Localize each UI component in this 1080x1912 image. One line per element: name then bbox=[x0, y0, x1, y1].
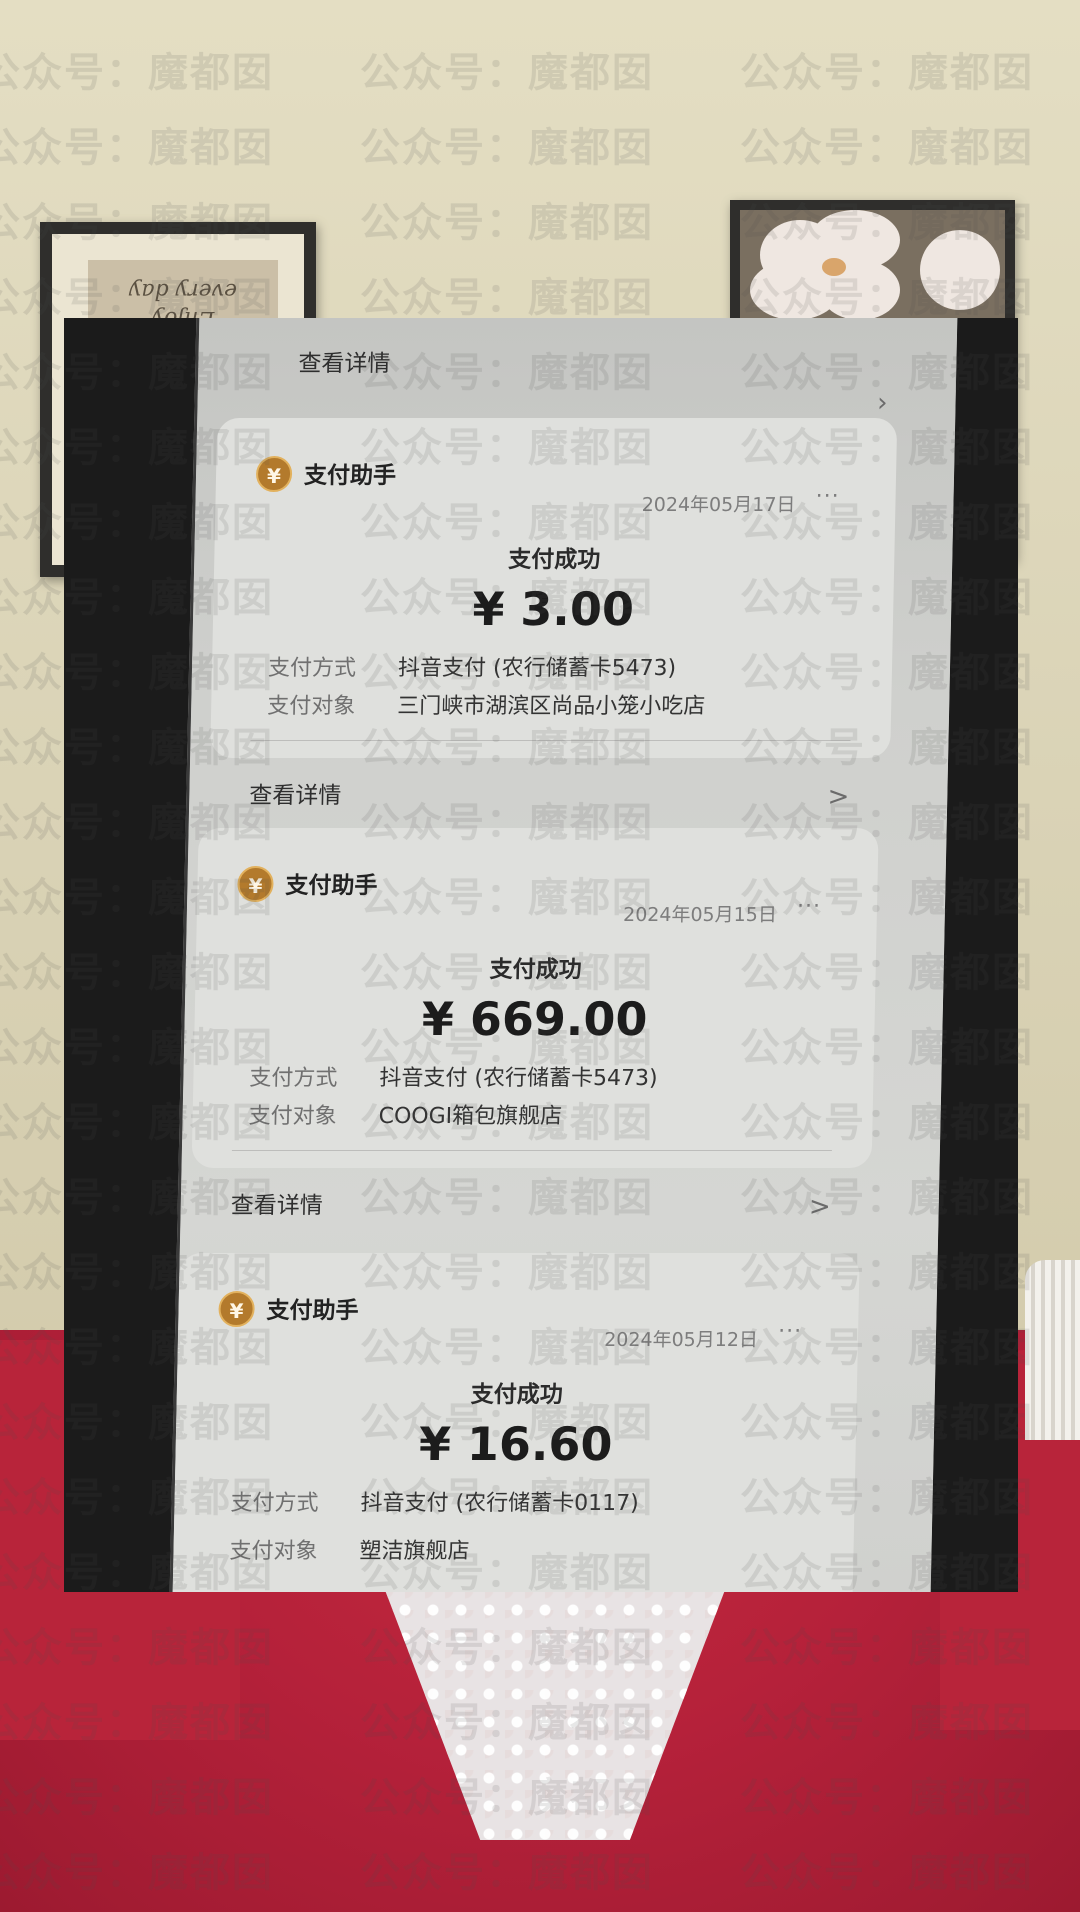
chevron-right-icon: > bbox=[808, 1192, 832, 1222]
view-details-link[interactable]: 查看详情 bbox=[249, 776, 342, 810]
payment-status: 支付成功 bbox=[508, 547, 601, 573]
payment-target-row: 支付对象 三门峡市湖滨区尚品小笼小吃店 bbox=[267, 688, 706, 720]
payment-method-label: 支付方式 bbox=[267, 656, 357, 681]
payment-amount: ¥ 669.00 bbox=[421, 992, 648, 1046]
message-date: 2024年05月12日 bbox=[603, 1329, 759, 1351]
sender-name: 支付助手 bbox=[303, 463, 397, 489]
payment-assistant-icon: ¥ bbox=[255, 456, 293, 492]
payment-card: ¥ 支付助手 2024年05月15日 ··· 支付成功 ¥ 669.00 支付方… bbox=[191, 828, 879, 1222]
payment-method-value: 抖音支付 (农行储蓄卡5473) bbox=[379, 1066, 658, 1091]
payment-target-label: 支付对象 bbox=[229, 1539, 318, 1564]
payment-target-value: 三门峡市湖滨区尚品小笼小吃店 bbox=[396, 694, 706, 719]
view-details-link[interactable]: 查看详情 bbox=[230, 1186, 323, 1220]
payment-amount: ¥ 3.00 bbox=[471, 582, 635, 636]
payment-target-row: 支付对象 COOGI箱包旗舰店 bbox=[248, 1098, 562, 1130]
phone-screen: 查看详情 › ¥ 支付助手 2024年05月17日 ··· 支付成功 ¥ 3.0… bbox=[169, 318, 958, 1592]
payment-target-value: COOGI箱包旗舰店 bbox=[378, 1104, 563, 1129]
previous-card-detail-row[interactable]: 查看详情 › bbox=[297, 326, 899, 418]
chevron-right-icon: › bbox=[876, 388, 888, 418]
message-date: 2024年05月17日 bbox=[641, 494, 796, 516]
payment-method-row: 支付方式 抖音支付 (农行储蓄卡5473) bbox=[268, 650, 677, 682]
payment-method-row: 支付方式 抖音支付 (农行储蓄卡5473) bbox=[249, 1060, 658, 1092]
payment-method-label: 支付方式 bbox=[230, 1491, 319, 1516]
more-icon[interactable]: ··· bbox=[797, 894, 822, 919]
sender-name: 支付助手 bbox=[285, 873, 378, 899]
divider bbox=[231, 1150, 832, 1151]
payment-method-value: 抖音支付 (农行储蓄卡0117) bbox=[360, 1491, 639, 1516]
payment-status: 支付成功 bbox=[470, 1382, 564, 1408]
payment-target-value: 塑洁旗舰店 bbox=[359, 1539, 470, 1564]
more-icon[interactable]: ··· bbox=[815, 484, 840, 509]
payment-method-value: 抖音支付 (农行储蓄卡5473) bbox=[397, 656, 677, 681]
payment-card: ¥ 支付助手 2024年05月17日 ··· 支付成功 ¥ 3.00 支付方式 抖… bbox=[210, 418, 898, 812]
view-details-link[interactable]: 查看详情 bbox=[298, 344, 391, 378]
payment-status: 支付成功 bbox=[489, 957, 582, 983]
payment-target-label: 支付对象 bbox=[248, 1104, 337, 1129]
payment-method-row: 支付方式 抖音支付 (农行储蓄卡0117) bbox=[230, 1485, 639, 1517]
message-date: 2024年05月15日 bbox=[622, 904, 778, 926]
more-icon[interactable]: ··· bbox=[778, 1319, 803, 1344]
payment-target-row: 支付对象 塑洁旗舰店 bbox=[229, 1533, 470, 1565]
chevron-right-icon: > bbox=[827, 782, 850, 812]
payment-amount: ¥ 16.60 bbox=[418, 1417, 614, 1471]
payment-assistant-icon: ¥ bbox=[237, 866, 274, 902]
divider bbox=[250, 740, 851, 741]
payment-method-label: 支付方式 bbox=[249, 1066, 338, 1091]
payment-card: ¥ 支付助手 2024年05月12日 ··· 支付成功 ¥ 16.60 支付方式… bbox=[171, 1253, 860, 1592]
sender-name: 支付助手 bbox=[266, 1298, 359, 1324]
payment-target-label: 支付对象 bbox=[266, 694, 356, 719]
chair-back bbox=[1025, 1260, 1080, 1440]
payment-assistant-icon: ¥ bbox=[218, 1291, 255, 1327]
